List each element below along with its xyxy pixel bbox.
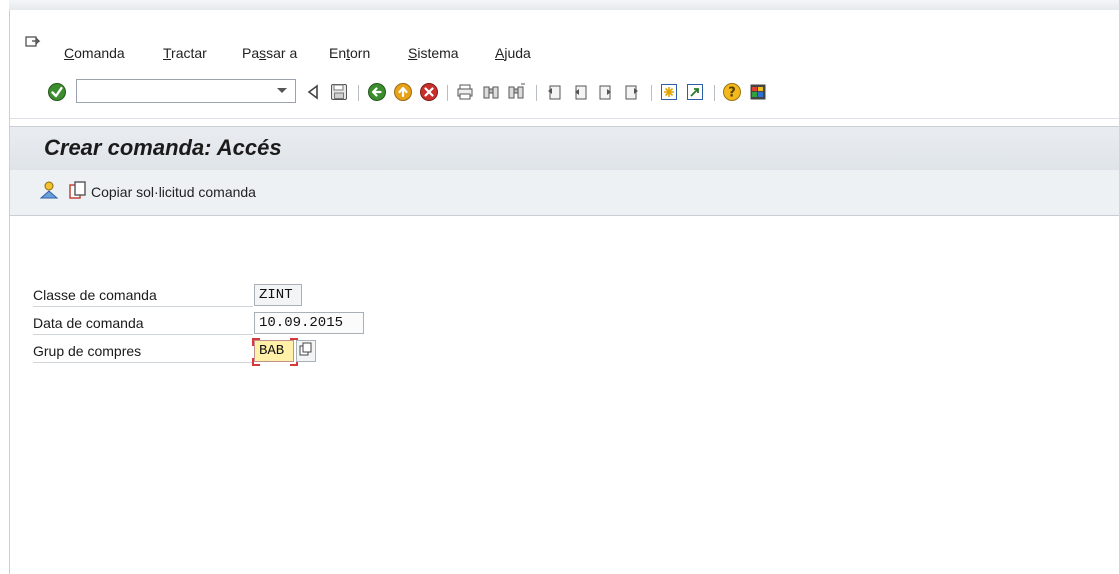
copy-requisition-button[interactable]: Copiar sol·licitud comanda (68, 180, 256, 204)
order-type-field[interactable] (254, 284, 302, 306)
title-bar: Crear comanda: Accés (10, 126, 1119, 171)
command-field[interactable] (76, 79, 296, 103)
enter-icon[interactable] (46, 81, 68, 103)
find-next-icon[interactable] (506, 81, 528, 103)
application-toolbar: Copiar sol·licitud comanda (10, 170, 1119, 216)
personal-settings-button[interactable] (38, 180, 60, 204)
purchasing-group-field[interactable] (254, 340, 294, 362)
menu-sistema[interactable]: Sistema (408, 45, 459, 61)
menu-bar: Comanda Tractar Passar a Entorn Sistema … (10, 10, 1119, 74)
toolbar-separator (651, 85, 652, 101)
svg-text:?: ? (728, 86, 736, 101)
save-icon[interactable] (328, 81, 350, 103)
order-date-field[interactable] (254, 312, 364, 334)
standard-toolbar: ? (10, 74, 1119, 119)
required-marker (252, 358, 260, 366)
cancel-icon[interactable] (418, 81, 440, 103)
menu-entorn[interactable]: Entorn (329, 45, 370, 61)
menu-passar-a[interactable]: Passar a (242, 45, 297, 61)
menu-comanda[interactable]: Comanda (64, 45, 125, 61)
first-page-icon[interactable] (543, 81, 565, 103)
command-dropdown-icon[interactable] (268, 79, 296, 103)
entry-form: Classe de comanda Data de comanda Grup d… (10, 216, 1119, 574)
value-help-button[interactable] (296, 340, 316, 362)
help-icon[interactable]: ? (721, 81, 743, 103)
last-page-icon[interactable] (621, 81, 643, 103)
label-classe-de-comanda: Classe de comanda (33, 284, 253, 307)
label-grup-de-compres: Grup de compres (33, 340, 253, 363)
copy-icon (68, 180, 88, 205)
next-page-icon[interactable] (595, 81, 617, 103)
find-icon[interactable] (480, 81, 502, 103)
menu-toggle-icon[interactable] (25, 36, 41, 50)
menu-tractar[interactable]: Tractar (163, 45, 207, 61)
copy-requisition-label: Copiar sol·licitud comanda (91, 184, 256, 200)
value-help-icon (299, 342, 313, 361)
back-icon[interactable] (366, 81, 388, 103)
toolbar-separator (358, 85, 359, 101)
create-session-icon[interactable] (658, 81, 680, 103)
back-triangle-icon[interactable] (302, 81, 324, 103)
user-settings-icon (38, 179, 60, 206)
menu-ajuda[interactable]: Ajuda (495, 45, 531, 61)
previous-page-icon[interactable] (569, 81, 591, 103)
label-data-de-comanda: Data de comanda (33, 312, 253, 335)
customize-layout-icon[interactable] (747, 81, 769, 103)
toolbar-separator (536, 85, 537, 101)
required-marker (252, 338, 260, 346)
toolbar-separator (447, 85, 448, 101)
print-icon[interactable] (454, 81, 476, 103)
toolbar-separator (714, 85, 715, 101)
window-left-edge (0, 0, 10, 574)
shortcut-icon[interactable] (684, 81, 706, 103)
exit-icon[interactable] (392, 81, 414, 103)
page-title: Crear comanda: Accés (44, 135, 282, 160)
